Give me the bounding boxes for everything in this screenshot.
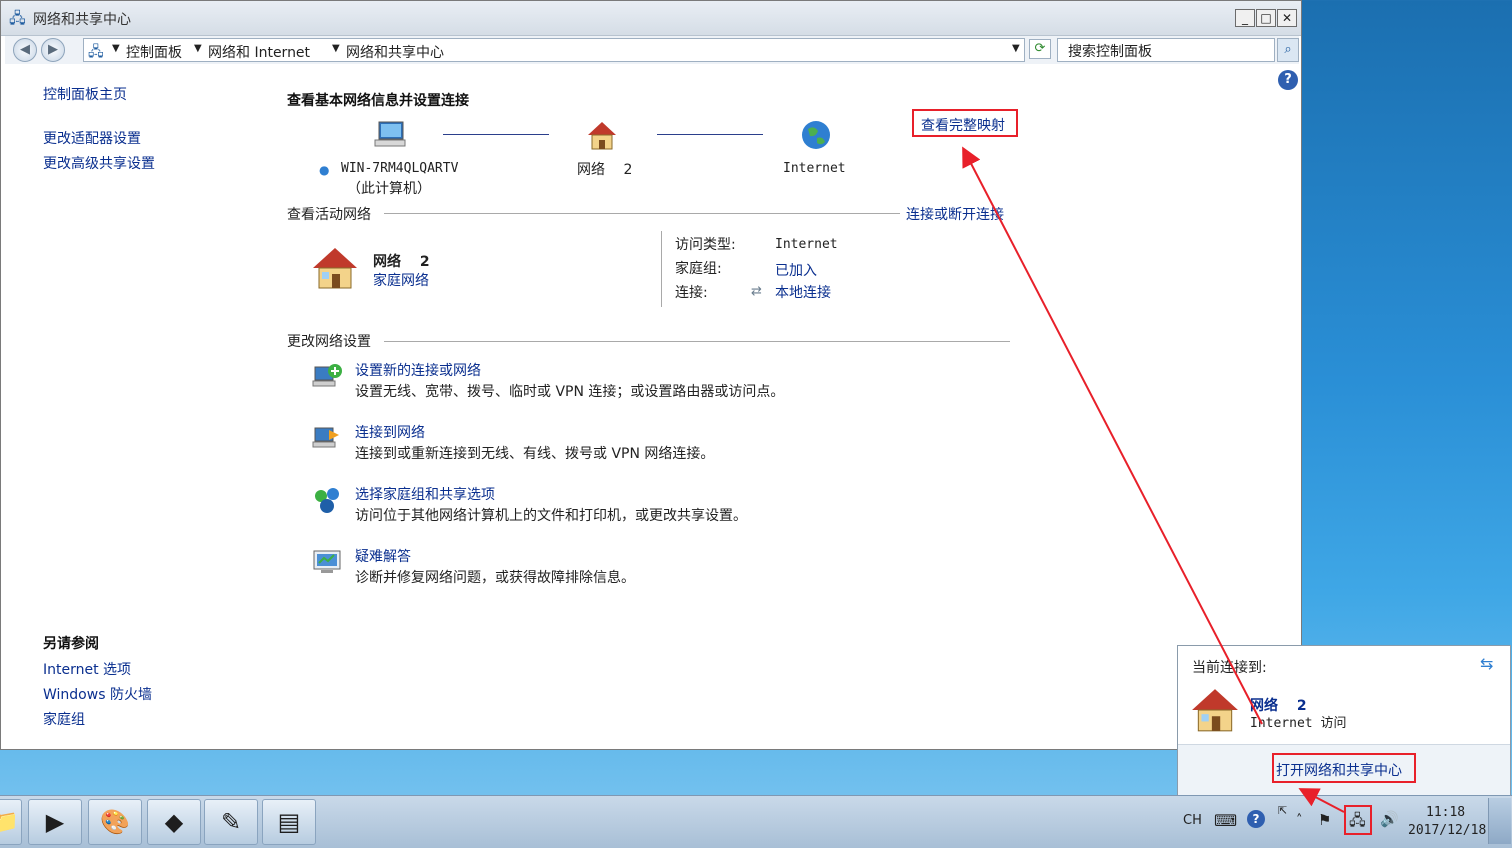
annotation-arrow: [1298, 788, 1345, 813]
annotation-arrows: [962, 146, 1345, 813]
annotation-arrow: [962, 146, 1263, 725]
